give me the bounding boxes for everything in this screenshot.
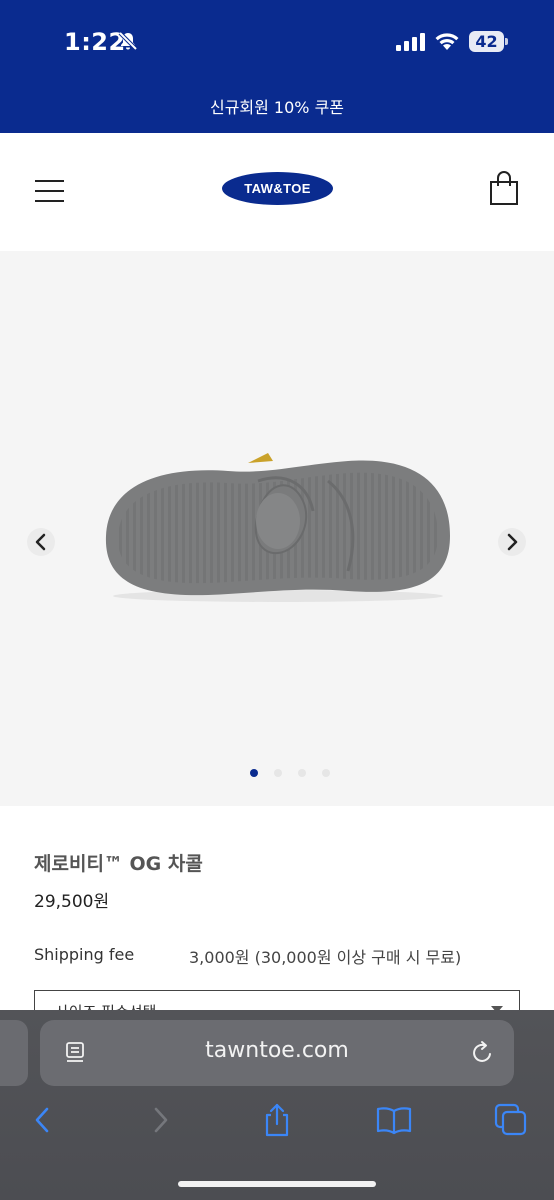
slide-indicators	[250, 769, 330, 779]
battery-level: 42	[475, 32, 498, 51]
forward-button[interactable]	[143, 1102, 179, 1138]
logo-text: TAW&TOE	[244, 181, 311, 196]
bookmarks-button[interactable]	[376, 1102, 412, 1138]
url-text: tawntoe.com	[205, 1038, 349, 1063]
cellular-signal-icon	[396, 33, 425, 51]
bookmarks-icon	[376, 1107, 412, 1135]
promo-banner[interactable]: 신규회원 10% 쿠폰	[0, 84, 554, 133]
battery-icon: 42	[469, 31, 509, 53]
status-bar: 1:22 42	[0, 0, 554, 84]
back-icon	[35, 1107, 49, 1133]
prev-slide-button[interactable]	[27, 528, 55, 556]
address-bar[interactable]: tawntoe.com	[40, 1020, 514, 1086]
chevron-right-icon	[507, 533, 518, 551]
share-button[interactable]	[259, 1102, 295, 1138]
chevron-left-icon	[35, 533, 46, 551]
product-price: 29,500원	[34, 892, 110, 912]
bell-muted-icon	[118, 31, 138, 51]
slide-dot[interactable]	[298, 769, 306, 777]
shopping-bag-icon[interactable]	[488, 170, 520, 206]
wifi-icon	[435, 33, 459, 50]
back-button[interactable]	[24, 1102, 60, 1138]
reload-icon[interactable]	[470, 1040, 496, 1066]
share-icon	[265, 1103, 289, 1137]
home-indicator	[178, 1181, 376, 1187]
shipping-fee-label: Shipping fee	[34, 945, 135, 964]
product-gallery[interactable]	[0, 251, 554, 806]
slide-dot[interactable]	[250, 769, 258, 777]
forward-icon	[154, 1107, 168, 1133]
product-name: 제로비티™ OG 차콜	[34, 853, 203, 875]
next-slide-button[interactable]	[498, 528, 526, 556]
menu-icon[interactable]	[35, 178, 65, 204]
product-image	[105, 453, 450, 602]
site-header: TAW&TOE	[0, 133, 554, 251]
brand-logo[interactable]: TAW&TOE	[222, 172, 333, 205]
previous-tab-preview[interactable]	[0, 1020, 28, 1086]
tabs-button[interactable]	[493, 1102, 529, 1138]
browser-toolbar: tawntoe.com	[0, 1010, 554, 1200]
slide-dot[interactable]	[322, 769, 330, 777]
shipping-fee-value: 3,000원 (30,000원 이상 구매 시 무료)	[189, 948, 462, 967]
tabs-icon	[494, 1103, 527, 1136]
slide-dot[interactable]	[274, 769, 282, 777]
